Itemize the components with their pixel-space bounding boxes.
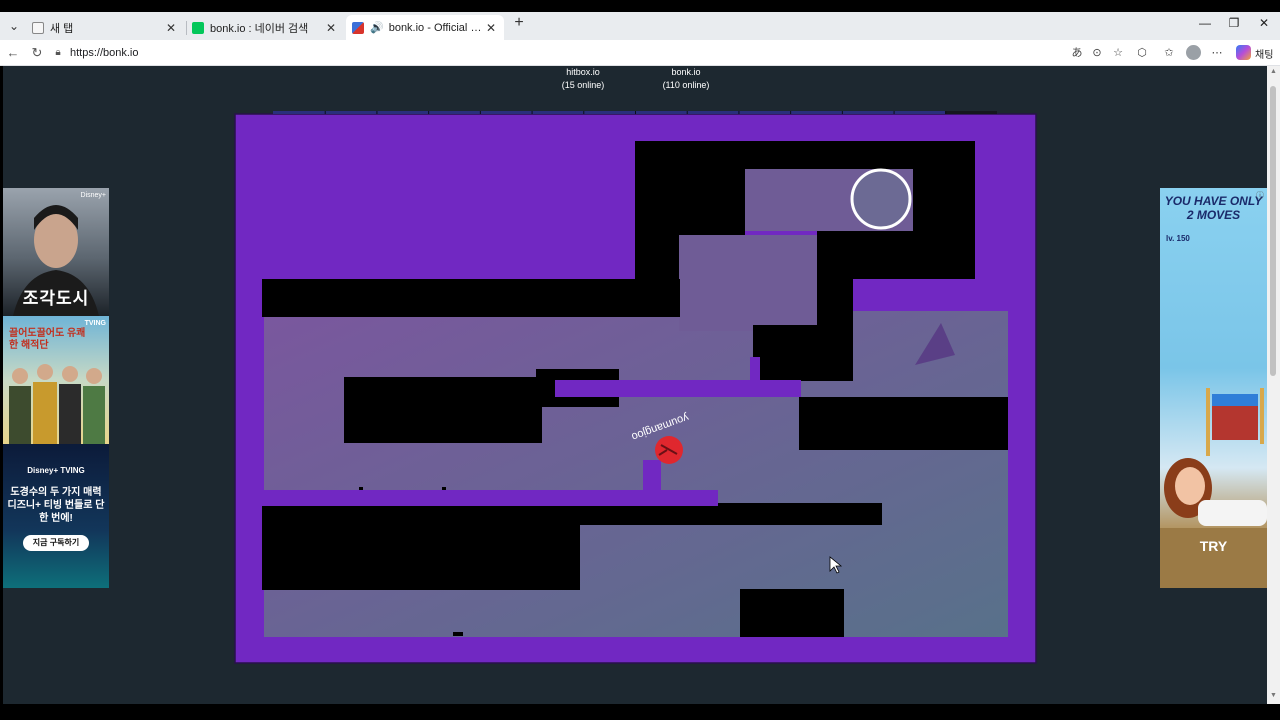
minimize-icon[interactable]: — (1190, 12, 1220, 34)
timer-segment-divider (841, 111, 843, 114)
favorites-icon[interactable]: ✩ (1161, 45, 1177, 61)
tab-list-chevron-icon[interactable]: ⌄ (4, 16, 24, 36)
ad-tagline: 끌어도끌어도 유쾌한 해적단 (9, 328, 86, 351)
speaker-icon[interactable]: 🔊 (370, 21, 384, 34)
timer-segment-divider (635, 111, 636, 114)
screen: ⌄ 새 탭 ✕ bonk.io : 네이버 검색 ✕ 🔊 bonk.io - O… (0, 0, 1280, 720)
profile-avatar[interactable] (1186, 45, 1201, 60)
extensions-icon[interactable]: ⬡ (1134, 45, 1150, 61)
upper-chamber (679, 235, 819, 331)
new-tab-plus-icon[interactable]: + (510, 15, 528, 33)
puzzle-game-illustration (1160, 388, 1267, 588)
url-text: https://bonk.io (70, 47, 139, 59)
new-tab-icon (32, 21, 44, 34)
tab-bonk[interactable]: 🔊 bonk.io - Official Site: Play Bonk ✕ (346, 15, 504, 40)
timer-segment-divider (583, 111, 585, 114)
player-ball[interactable] (655, 436, 683, 464)
ad-drama-poster[interactable]: Disney+ 조각도시 (3, 188, 109, 316)
page-scrollbar[interactable]: ▲ ▼ (1267, 66, 1280, 704)
tab-new-tab[interactable]: 새 탭 ✕ (26, 15, 184, 40)
right-ad-banner[interactable]: YOU HAVE ONLY 2 MOVES lv. 150 ⓘ TRY (1160, 188, 1267, 588)
ad-badge: Disney+ (80, 192, 106, 199)
reading-icon[interactable]: ⊙ (1089, 45, 1105, 61)
letterbox-top (0, 0, 1280, 12)
tab-close-icon[interactable]: ✕ (484, 21, 498, 35)
game-map: youmangjoo (233, 111, 1037, 665)
server-online: (110 online) (662, 79, 710, 90)
refresh-icon[interactable]: ↻ (28, 44, 46, 62)
server-online: (15 online) (561, 79, 605, 90)
tab-label: 새 탭 (50, 22, 74, 35)
timer-segment-divider (893, 111, 895, 114)
timer-segment-divider (738, 111, 740, 114)
timer-segment-divider (428, 111, 430, 114)
scroll-down-icon[interactable]: ▼ (1269, 692, 1278, 699)
server-bonk[interactable]: bonk.io (110 online) (658, 66, 714, 91)
scroll-thumb[interactable] (1270, 86, 1276, 376)
ad-bundle-promo[interactable]: Disney+ TVING 도경수의 두 가지 매력 디즈니+ 티빙 번들로 단… (3, 444, 109, 588)
server-name: bonk.io (671, 67, 701, 77)
round-timer-bar (273, 111, 997, 114)
bonk-icon (352, 21, 364, 34)
timer-segment-divider (686, 111, 688, 114)
tab-naver-search[interactable]: bonk.io : 네이버 검색 ✕ (186, 15, 344, 40)
back-icon[interactable]: ← (4, 44, 22, 62)
ad-try-button[interactable]: TRY (1160, 538, 1267, 554)
tab-close-icon[interactable]: ✕ (164, 21, 178, 35)
timer-segment-divider (945, 111, 947, 114)
timer-segment-divider (531, 111, 533, 114)
tab-bar: ⌄ 새 탭 ✕ bonk.io : 네이버 검색 ✕ 🔊 bonk.io - O… (0, 12, 1280, 40)
copilot-icon[interactable] (1236, 45, 1251, 60)
maximize-icon[interactable]: ❐ (1219, 12, 1249, 34)
ad-subscribe-button[interactable]: 지금 구독하기 (23, 535, 89, 551)
page-content: hitbox.io (15 online) bonk.io (110 onlin… (3, 66, 1267, 704)
url-field[interactable]: 🔒︎ https://bonk.io (52, 43, 1052, 63)
timer-segment-divider (790, 111, 792, 114)
ad-logos: Disney+ TVING (27, 466, 85, 475)
tab-label: bonk.io : 네이버 검색 (210, 22, 309, 35)
tab-label: bonk.io - Official Site: Play Bonk (388, 21, 484, 34)
left-ad-banner[interactable]: Disney+ 조각도시 끌어도끌어도 유쾌한 해적단 TVING Disney… (3, 188, 109, 588)
naver-icon (192, 21, 204, 34)
server-name: hitbox.io (566, 67, 600, 77)
more-icon[interactable]: ⋯ (1209, 45, 1225, 61)
scroll-up-icon[interactable]: ▲ (1269, 68, 1278, 75)
lock-icon: 🔒︎ (55, 47, 61, 58)
goal-circle (850, 168, 912, 230)
bonk-game-canvas[interactable]: youmangjoo (233, 111, 1037, 665)
timer-segment-divider (479, 111, 481, 114)
ad-title: 조각도시 (22, 289, 90, 308)
favorite-star-icon[interactable]: ☆ (1110, 45, 1126, 61)
close-window-icon[interactable]: ✕ (1249, 12, 1279, 34)
timer-segment-divider (324, 111, 326, 114)
letterbox-bottom (0, 704, 1280, 720)
copilot-label: 채팅 (1255, 50, 1274, 61)
translate-icon[interactable]: あ (1069, 45, 1085, 61)
timer-segment-divider (376, 111, 378, 114)
ad-badge: TVING (84, 320, 106, 327)
address-bar: ← ↻ 🔒︎ https://bonk.io あ ⊙ ☆ ⬡ ✩ ⋯ 채팅 (0, 40, 1280, 66)
ad-headline: 도경수의 두 가지 매력 디즈니+ 티빙 번들로 단 한 번에! (7, 487, 105, 524)
ad-tving-poster[interactable]: 끌어도끌어도 유쾌한 해적단 TVING (3, 316, 109, 444)
server-hitbox[interactable]: hitbox.io (15 online) (558, 66, 608, 91)
tab-close-icon[interactable]: ✕ (324, 21, 338, 35)
